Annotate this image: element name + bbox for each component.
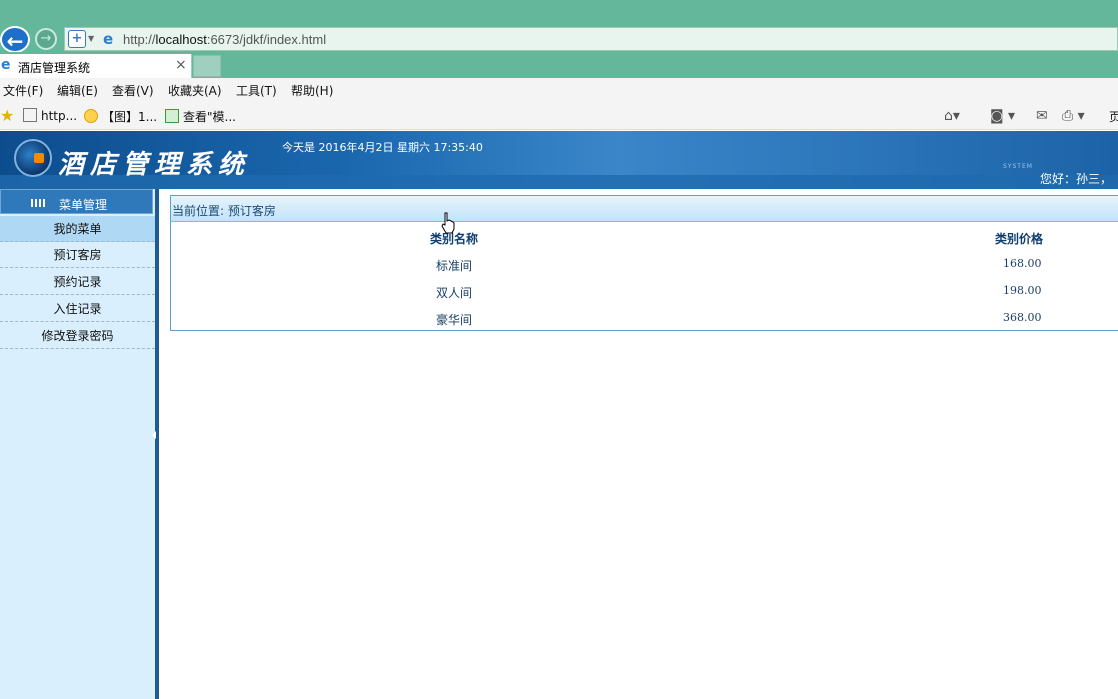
page-icon	[165, 109, 179, 123]
table-cell-price: 368.00	[1003, 311, 1042, 324]
tab-bar: e 酒店管理系统 ×	[0, 52, 1118, 78]
table-cell-name[interactable]: 标准间	[436, 257, 472, 274]
favorite-link[interactable]: 查看"模...	[165, 108, 236, 125]
sidebar-item-checkins[interactable]: 入住记录	[0, 296, 155, 322]
breadcrumb: 当前位置: 预订客房	[171, 196, 1118, 222]
sidebar-item-change-password[interactable]: 修改登录密码	[0, 323, 155, 349]
favorites-bar: ★ http... 【图】1... 查看"模... ⌂▾ ◙ ▾ ✉ ⎙ ▾ 页	[0, 102, 1118, 130]
date-time: 今天是 2016年4月2日 星期六 17:35:40	[282, 141, 483, 154]
room-type-panel: 当前位置: 预订客房 类别名称 类别价格 标准间 168.00 双人间 198.…	[170, 195, 1118, 331]
page-menu[interactable]: 页	[1109, 108, 1118, 125]
menu-file[interactable]: 文件(F)	[3, 82, 43, 99]
app-title: 酒店管理系统	[58, 150, 251, 180]
new-tab-button[interactable]	[193, 55, 221, 77]
table-cell-name[interactable]: 双人间	[436, 284, 472, 301]
sidebar-header[interactable]: 菜单管理	[0, 189, 153, 214]
close-icon[interactable]: ×	[175, 57, 187, 73]
grid-icon	[31, 199, 45, 207]
sidebar-item-reservations[interactable]: 预约记录	[0, 269, 155, 295]
hand-cursor-icon	[441, 212, 455, 234]
favorite-link[interactable]: 【图】1...	[84, 108, 157, 125]
ie-logo-icon: e	[1, 57, 11, 73]
shield-icon[interactable]: +	[68, 30, 86, 48]
chevron-down-icon[interactable]: ▼	[88, 34, 94, 43]
browser-tab[interactable]: e 酒店管理系统 ×	[0, 54, 192, 78]
menu-view[interactable]: 查看(V)	[112, 82, 154, 99]
back-arrow-icon[interactable]: ←	[0, 26, 30, 53]
sidebar: 菜单管理 我的菜单 预订客房 预约记录 入住记录 修改登录密码	[0, 189, 155, 699]
favorite-link[interactable]: http...	[23, 108, 77, 123]
rss-icon[interactable]: ◙ ▾	[990, 108, 1015, 124]
system-mark: SYSTEM	[1003, 163, 1033, 170]
address-bar[interactable]: + ▼ e http://localhost:6673/jdkf/index.h…	[64, 27, 1118, 51]
star-icon[interactable]: ★	[0, 106, 14, 125]
sidebar-item-book-room[interactable]: 预订客房	[0, 242, 155, 268]
print-icon[interactable]: ⎙ ▾	[1062, 108, 1085, 124]
sidebar-divider[interactable]	[152, 189, 159, 699]
table-cell-name[interactable]: 豪华间	[436, 311, 472, 328]
app-header: 酒店管理系统 今天是 2016年4月2日 星期六 17:35:40 SYSTEM…	[0, 131, 1118, 189]
browser-title-bar	[0, 0, 1118, 26]
image-icon	[23, 108, 37, 122]
menu-edit[interactable]: 编辑(E)	[57, 82, 98, 99]
user-greeting: 您好：孙三，	[1040, 172, 1113, 186]
table-cell-price: 168.00	[1003, 257, 1042, 270]
collapse-arrow-icon[interactable]	[152, 431, 156, 439]
trophy-icon	[84, 109, 98, 123]
url-text[interactable]: http://localhost:6673/jdkf/index.html	[123, 32, 326, 47]
ie-logo-icon: e	[103, 30, 114, 48]
mail-icon[interactable]: ✉	[1036, 108, 1048, 124]
home-icon[interactable]: ⌂▾	[944, 108, 960, 124]
menu-help[interactable]: 帮助(H)	[291, 82, 333, 99]
browser-nav-bar: ← → + ▼ e http://localhost:6673/jdkf/ind…	[0, 26, 1118, 53]
sidebar-title: 菜单管理	[59, 198, 108, 212]
menu-tools[interactable]: 工具(T)	[236, 82, 277, 99]
tab-title: 酒店管理系统	[18, 61, 91, 75]
forward-arrow-icon[interactable]: →	[35, 28, 57, 50]
column-header-price: 类别价格	[995, 232, 1044, 246]
breadcrumb-text: 当前位置: 预订客房	[172, 204, 276, 218]
sidebar-item-my-menu[interactable]: 我的菜单	[0, 216, 155, 242]
table-cell-price: 198.00	[1003, 284, 1042, 297]
menu-favorites[interactable]: 收藏夹(A)	[168, 82, 222, 99]
logo-icon	[14, 139, 52, 177]
menu-bar: 文件(F) 编辑(E) 查看(V) 收藏夹(A) 工具(T) 帮助(H)	[0, 78, 1118, 102]
